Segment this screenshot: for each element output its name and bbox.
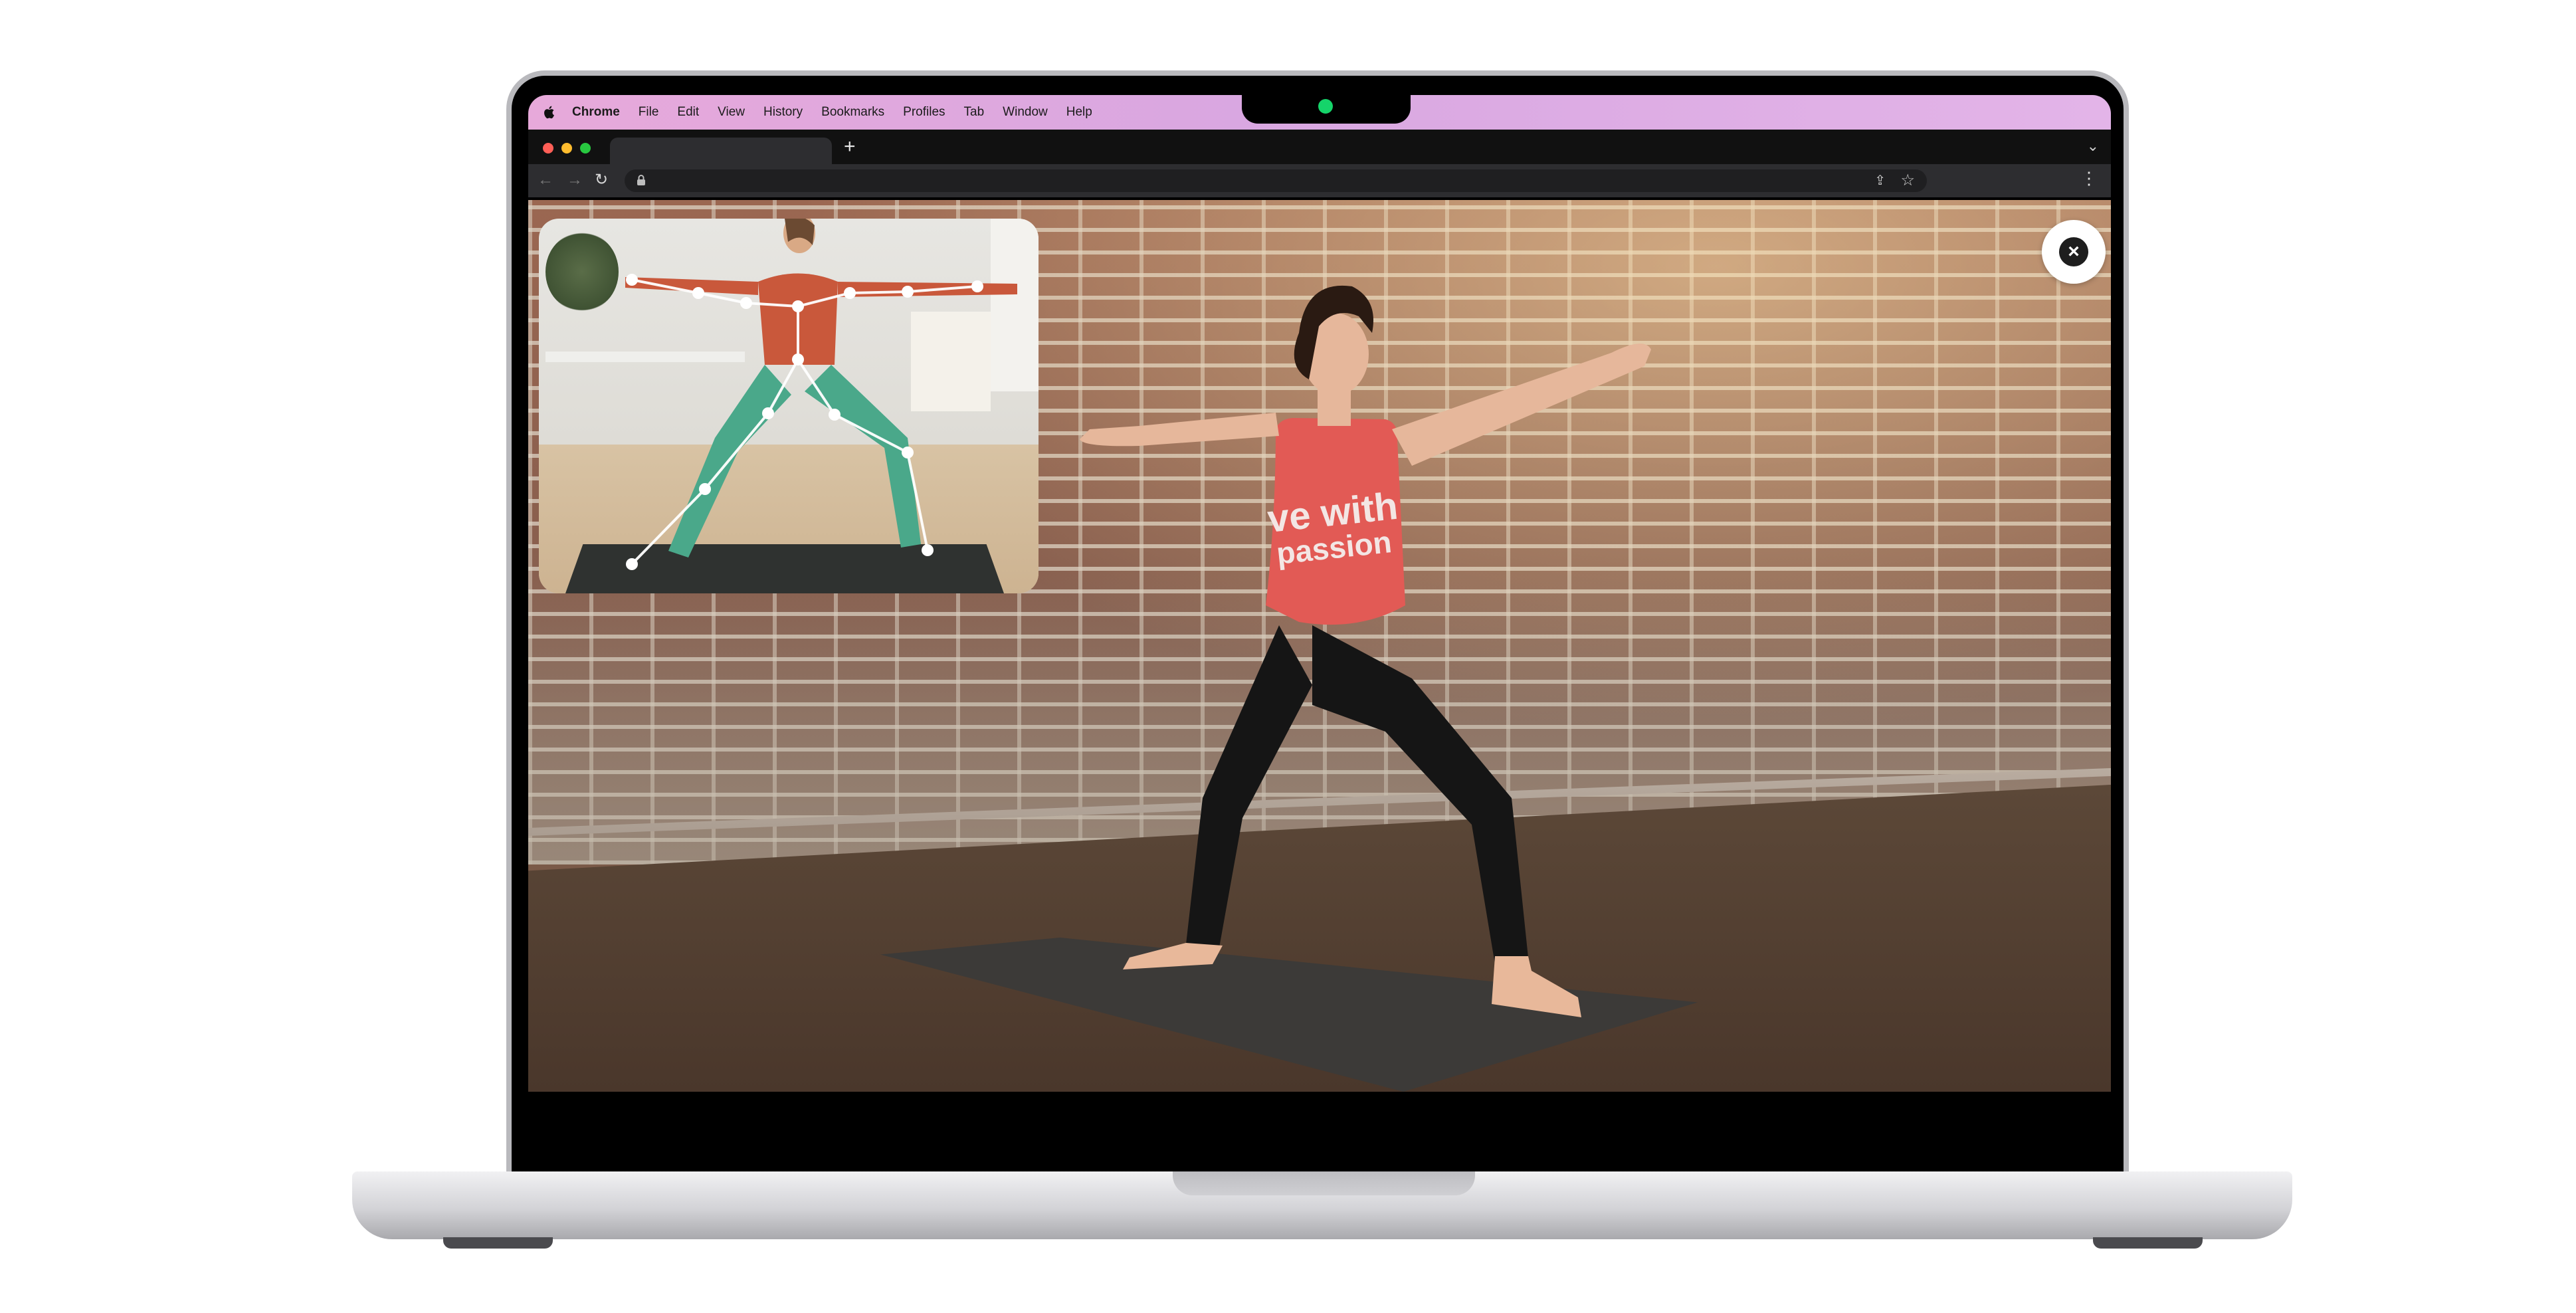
lock-icon[interactable] [637, 174, 646, 186]
tab-search-chevron-icon[interactable]: ⌄ [2087, 138, 2099, 155]
camera-indicator-icon [1318, 99, 1333, 114]
browser-tabstrip: + ⌄ [528, 130, 2111, 164]
forward-arrow-icon[interactable]: → [567, 171, 583, 189]
window-zoom-button[interactable] [580, 143, 591, 153]
pip-camera-view[interactable] [539, 219, 1039, 593]
video-player[interactable]: ve with passion × [528, 200, 2111, 1092]
menu-history[interactable]: History [763, 105, 803, 120]
share-icon[interactable]: ⇪ [1874, 172, 1886, 189]
menu-bookmarks[interactable]: Bookmarks [821, 105, 884, 120]
laptop-base [352, 1171, 2292, 1239]
menu-help[interactable]: Help [1066, 105, 1092, 120]
window-close-button[interactable] [543, 143, 553, 153]
laptop-screen: Chrome File Edit View History Bookmarks … [528, 95, 2111, 1095]
apple-icon[interactable] [542, 104, 557, 120]
bookmark-star-icon[interactable]: ☆ [1900, 171, 1915, 190]
laptop-foot-right [2093, 1237, 2203, 1249]
reload-icon[interactable]: ↻ [595, 171, 608, 189]
window-minimize-button[interactable] [561, 143, 572, 153]
menu-tab[interactable]: Tab [964, 105, 985, 120]
pip-pose-skeleton [625, 219, 1017, 570]
close-button[interactable]: × [2042, 220, 2106, 284]
screen-notch [1242, 92, 1411, 124]
menu-window[interactable]: Window [1003, 105, 1048, 120]
new-tab-button[interactable]: + [844, 135, 856, 159]
address-bar[interactable]: ⇪ ☆ [625, 169, 1927, 192]
menu-file[interactable]: File [639, 105, 659, 120]
browser-tab-active[interactable] [610, 138, 832, 164]
menu-edit[interactable]: Edit [677, 105, 699, 120]
laptop-base-notch [1173, 1171, 1475, 1195]
back-arrow-icon[interactable]: ← [538, 171, 553, 189]
menu-view[interactable]: View [718, 105, 745, 120]
chrome-menu-icon[interactable]: ⋮ [2080, 169, 2098, 187]
menu-profiles[interactable]: Profiles [903, 105, 945, 120]
close-icon[interactable]: × [2059, 237, 2088, 266]
laptop-foot-left [443, 1237, 553, 1249]
menu-chrome[interactable]: Chrome [572, 105, 620, 120]
browser-toolbar: ← → ↻ ⇪ ☆ ⋮ [528, 164, 2111, 197]
